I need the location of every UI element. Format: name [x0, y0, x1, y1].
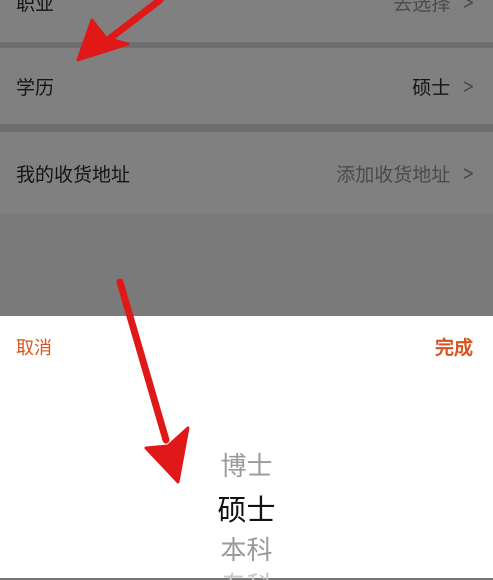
- occupation-row[interactable]: 职业 去选择 >: [0, 0, 493, 42]
- section-divider: [0, 124, 493, 132]
- picker-option[interactable]: 博士: [0, 446, 493, 483]
- chevron-right-icon: >: [462, 74, 475, 98]
- education-row[interactable]: 学历 硕士 >: [0, 48, 493, 124]
- chevron-right-icon: >: [462, 161, 475, 185]
- picker-option-selected[interactable]: 硕士: [0, 487, 493, 529]
- picker-option[interactable]: 本科: [0, 530, 493, 567]
- chevron-right-icon: >: [462, 0, 475, 14]
- address-row[interactable]: 我的收货地址 添加收货地址 >: [0, 132, 493, 214]
- address-label: 我的收货地址: [16, 163, 131, 186]
- education-label: 学历: [16, 76, 55, 99]
- education-value: 硕士: [412, 76, 451, 99]
- cancel-button[interactable]: 取消: [16, 334, 52, 360]
- done-button[interactable]: 完成: [435, 333, 473, 360]
- occupation-label: 职业: [16, 0, 55, 15]
- address-value: 添加收货地址: [336, 163, 451, 186]
- occupation-value: 去选择: [393, 0, 451, 15]
